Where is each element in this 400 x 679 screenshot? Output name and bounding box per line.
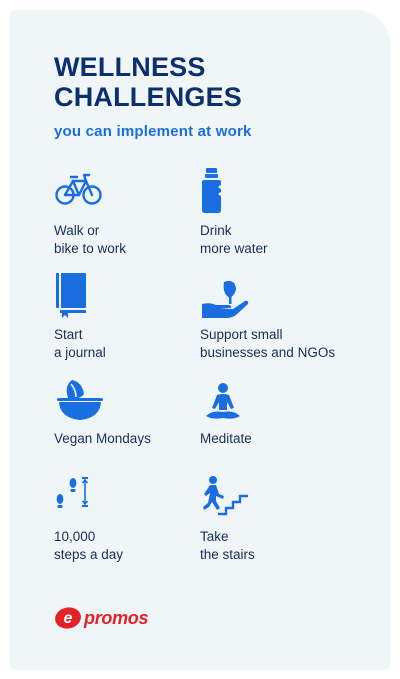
logo-text: promos xyxy=(84,607,149,628)
title-line-2: CHALLENGES xyxy=(54,82,243,112)
page-subtitle: you can implement at work xyxy=(54,123,252,140)
challenge-stairs: Take the stairs xyxy=(200,474,370,564)
challenge-label-line2: more water xyxy=(200,241,268,256)
brand-logo: e promos xyxy=(54,602,149,634)
water-bottle-icon xyxy=(200,168,260,216)
challenge-label-line2: bike to work xyxy=(54,241,127,256)
challenge-journal: Start a journal xyxy=(54,272,224,362)
hand-plant-icon xyxy=(200,272,260,320)
challenge-vegan-mondays: Vegan Mondays xyxy=(54,376,224,448)
challenge-steps: 10,000 steps a day xyxy=(54,474,224,564)
challenge-label-line1: Vegan Mondays xyxy=(54,431,151,446)
challenge-label-line2: the stairs xyxy=(200,547,255,562)
stairs-icon xyxy=(200,474,260,522)
title-line-1: WELLNESS xyxy=(54,52,206,82)
challenge-label-line1: Take xyxy=(200,529,229,544)
page-title: WELLNESS CHALLENGES xyxy=(54,52,242,112)
vegan-bowl-icon xyxy=(54,376,114,424)
challenge-support-business: Support small businesses and NGOs xyxy=(200,272,370,362)
challenge-label-line2: a journal xyxy=(54,345,106,360)
challenge-label-line2: steps a day xyxy=(54,547,124,562)
challenge-label-line1: 10,000 xyxy=(54,529,96,544)
logo-mark: e xyxy=(55,607,81,629)
infographic-card: WELLNESS CHALLENGES you can implement at… xyxy=(10,10,390,670)
challenge-label-line1: Start xyxy=(54,327,83,342)
challenge-walk-bike: Walk or bike to work xyxy=(54,168,224,258)
journal-icon xyxy=(54,272,114,320)
challenge-label-line2: businesses and NGOs xyxy=(200,345,336,360)
logo-letter: e xyxy=(64,610,73,627)
challenge-meditate: Meditate xyxy=(200,376,370,448)
challenge-label-line1: Drink xyxy=(200,223,232,238)
challenge-label-line1: Meditate xyxy=(200,431,252,446)
challenge-label-line1: Support small xyxy=(200,327,283,342)
challenge-label-line1: Walk or xyxy=(54,223,100,238)
challenge-drink-water: Drink more water xyxy=(200,168,370,258)
meditate-icon xyxy=(200,376,260,424)
footsteps-icon xyxy=(54,474,114,522)
bicycle-icon xyxy=(54,168,114,216)
